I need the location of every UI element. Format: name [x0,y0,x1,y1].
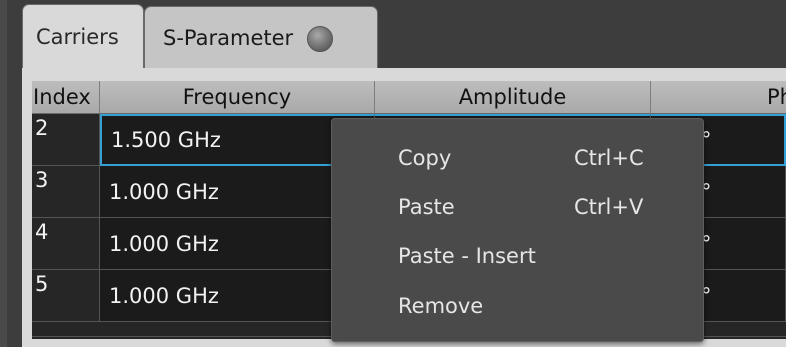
window-edge [0,0,7,347]
menu-item-copy[interactable]: Copy Ctrl+C [332,134,703,182]
menu-item-copy-label: Copy [398,146,452,170]
column-header-index[interactable]: Index [32,81,100,114]
column-header-phase[interactable]: Pha [651,81,786,114]
tab-s-parameter[interactable]: S-Parameter [144,6,378,68]
menu-item-paste[interactable]: Paste Ctrl+V [332,183,703,231]
column-header-amplitude[interactable]: Amplitude [375,81,651,114]
status-led-icon [307,25,334,52]
context-menu: Copy Ctrl+C Paste Ctrl+V Paste - Insert … [331,118,704,342]
app-window: Carriers S-Parameter Index Frequency Amp… [0,0,786,347]
column-header-frequency[interactable]: Frequency [100,81,375,114]
menu-item-remove[interactable]: Remove [332,282,703,330]
column-header-frequency-label: Frequency [182,85,292,109]
menu-item-paste-label: Paste [398,195,455,219]
column-header-phase-label: Pha [767,85,786,109]
tab-carriers-label: Carriers [36,24,119,49]
menu-item-paste-insert[interactable]: Paste - Insert [332,232,703,280]
table-row-index[interactable]: 3 [32,166,100,218]
table-row-index[interactable]: 5 [32,270,100,322]
table-row-index[interactable]: 2 [32,114,100,166]
menu-item-copy-shortcut: Ctrl+C [574,146,644,170]
menu-item-remove-label: Remove [398,294,484,318]
menu-item-paste-insert-label: Paste - Insert [398,244,536,268]
tab-carriers[interactable]: Carriers [22,4,144,68]
table-row-index[interactable]: 4 [32,218,100,270]
tab-s-parameter-label: S-Parameter [163,25,294,50]
menu-item-paste-shortcut: Ctrl+V [574,195,644,219]
column-header-amplitude-label: Amplitude [458,85,567,109]
column-header-index-label: Index [33,85,91,109]
